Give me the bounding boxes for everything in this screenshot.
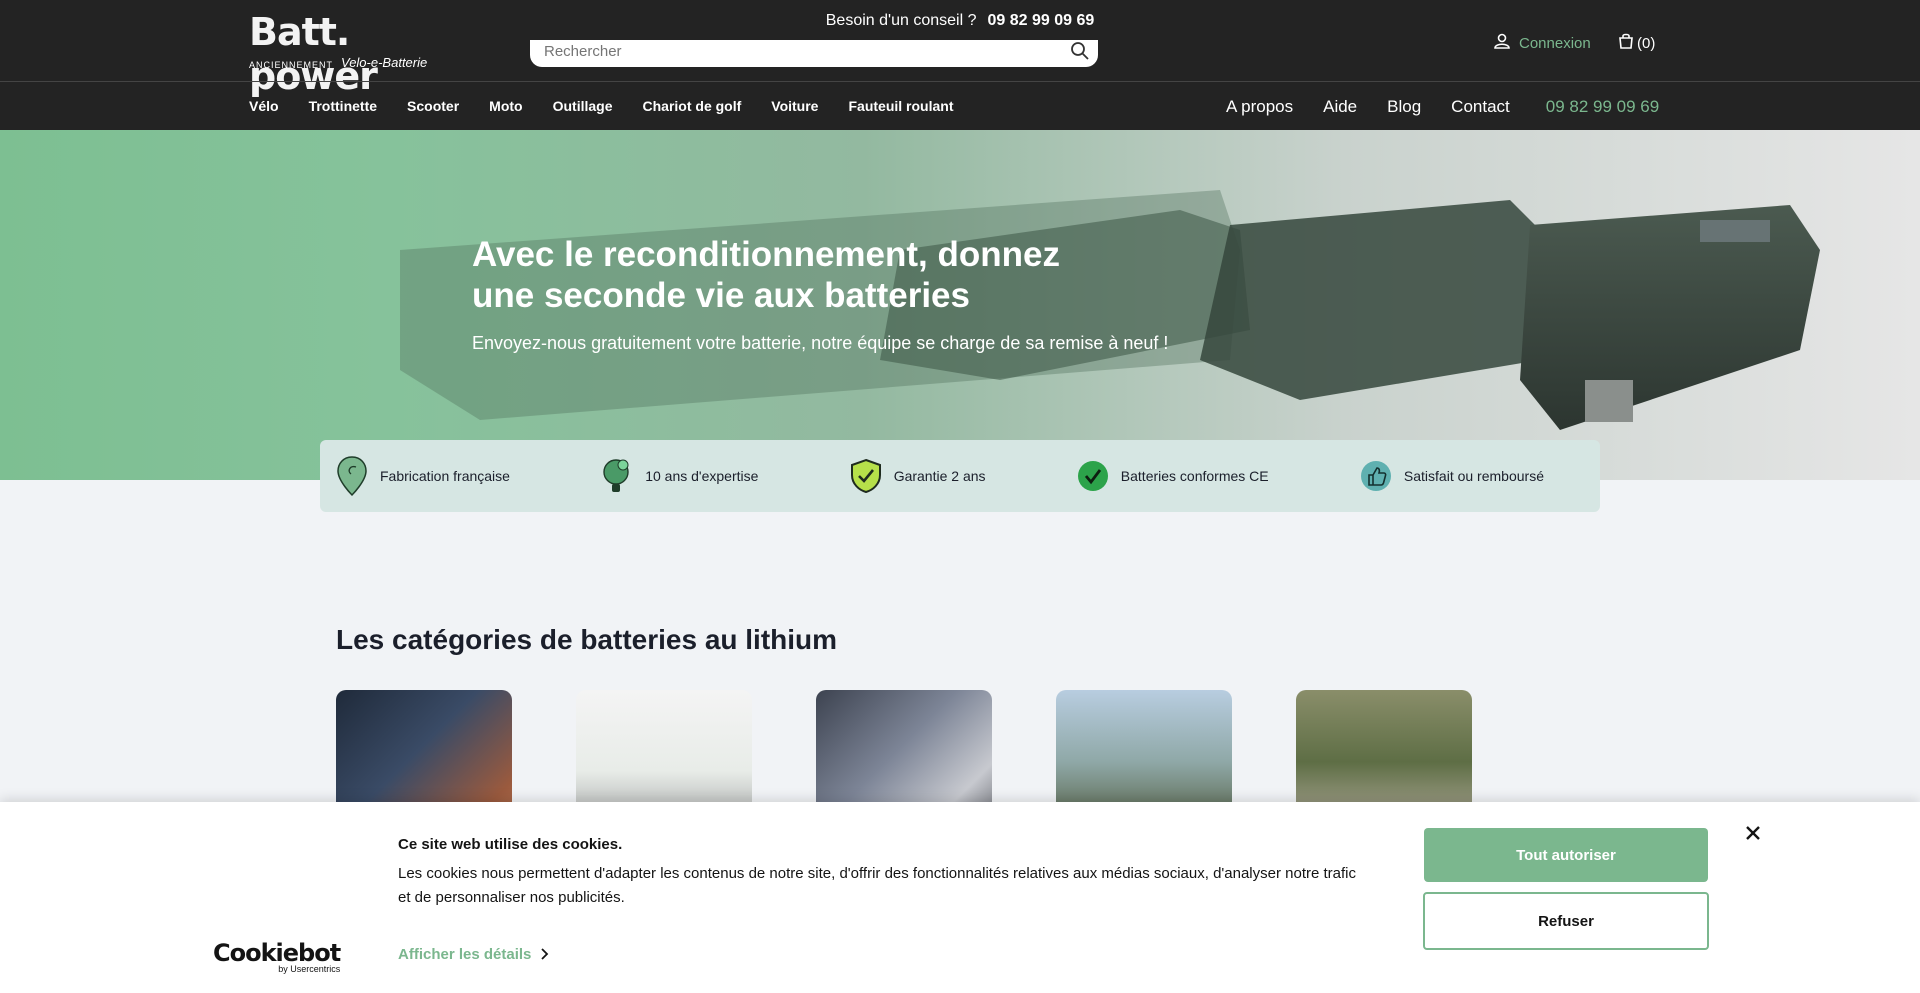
feature-label: Satisfait ou remboursé <box>1403 468 1544 484</box>
close-icon[interactable] <box>1742 822 1764 844</box>
lightbulb-icon <box>601 456 633 496</box>
shield-check-icon <box>850 456 882 496</box>
feature-item: Garantie 2 ans <box>850 456 986 496</box>
nav-item-outillage[interactable]: Outillage <box>553 98 613 114</box>
cookie-text: Les cookies nous permettent d'adapter le… <box>398 865 1357 906</box>
features-bar: Fabrication française 10 ans d'expertise… <box>320 440 1600 512</box>
nav-item-aide[interactable]: Aide <box>1323 97 1357 117</box>
nav-item-a-propos[interactable]: A propos <box>1226 97 1293 117</box>
hero-subtitle: Envoyez-nous gratuitement votre batterie… <box>472 333 1169 353</box>
feature-item: Satisfait ou remboursé <box>1360 456 1544 496</box>
cookie-banner: Cookiebot by Usercentrics Ce site web ut… <box>0 802 1920 993</box>
nav-item-trottinette[interactable]: Trottinette <box>309 98 377 114</box>
accept-all-button[interactable]: Tout autoriser <box>1424 828 1708 882</box>
feature-label: Batteries conformes CE <box>1120 468 1269 484</box>
hero-title-line1: Avec le reconditionnement, donnez <box>472 235 1060 274</box>
feature-item: Fabrication française <box>336 456 510 497</box>
category-nav: Vélo Trottinette Scooter Moto Outillage … <box>249 98 953 114</box>
thumbs-up-icon <box>1360 456 1392 496</box>
feature-label: Fabrication française <box>380 468 510 484</box>
nav-item-moto[interactable]: Moto <box>489 98 522 114</box>
advice-label: Besoin d'un conseil ? <box>825 12 977 29</box>
location-pin-icon <box>336 456 368 497</box>
cookie-details-label: Afficher les détails <box>398 946 532 963</box>
nav-item-velo[interactable]: Vélo <box>249 98 279 114</box>
nav-item-contact[interactable]: Contact <box>1451 97 1510 117</box>
nav-item-chariot-de-golf[interactable]: Chariot de golf <box>643 98 742 114</box>
feature-item: 10 ans d'expertise <box>601 456 758 496</box>
search-bar <box>530 40 1098 67</box>
secondary-nav: A propos Aide Blog Contact 09 82 99 09 6… <box>1226 97 1689 117</box>
cookiebot-logo[interactable]: Cookiebot by Usercentrics <box>213 939 341 974</box>
nav-item-voiture[interactable]: Voiture <box>771 98 818 114</box>
nav-phone-link[interactable]: 09 82 99 09 69 <box>1546 97 1659 117</box>
logo-old-brand: Velo-e-Batterie <box>341 55 428 70</box>
hero-banner: Avec le reconditionnement, donnez une se… <box>0 130 1920 480</box>
feature-label: 10 ans d'expertise <box>645 468 759 484</box>
chevron-right-icon <box>541 947 549 963</box>
refuse-button[interactable]: Refuser <box>1423 892 1709 950</box>
topbar-phone-link[interactable]: 09 82 99 09 69 <box>987 12 1094 30</box>
search-input[interactable] <box>544 40 1064 62</box>
top-bar: Besoin d'un conseil ? 09 82 99 09 69 <box>0 0 1920 42</box>
logo-formerly: ANCIENNEMENT <box>249 60 334 70</box>
hero-title-line2: une seconde vie aux batteries <box>472 276 970 315</box>
search-icon[interactable] <box>1070 41 1090 66</box>
nav-item-blog[interactable]: Blog <box>1387 97 1421 117</box>
cookie-title: Ce site web utilise des cookies. <box>398 836 623 853</box>
nav-item-fauteuil-roulant[interactable]: Fauteuil roulant <box>848 98 953 114</box>
hero-title: Avec le reconditionnement, donnez une se… <box>472 234 1172 316</box>
cookiebot-name: Cookiebot <box>213 939 341 967</box>
nav-divider <box>0 81 1920 82</box>
categories-title: Les catégories de batteries au lithium <box>336 624 838 655</box>
site-header: Besoin d'un conseil ? 09 82 99 09 69 Bat… <box>0 0 1920 130</box>
feature-item: Batteries conformes CE <box>1077 456 1269 496</box>
cookie-details-link[interactable]: Afficher les détails <box>398 946 549 963</box>
nav-item-scooter[interactable]: Scooter <box>407 98 459 114</box>
check-circle-icon <box>1077 456 1109 496</box>
feature-label: Garantie 2 ans <box>893 468 986 484</box>
